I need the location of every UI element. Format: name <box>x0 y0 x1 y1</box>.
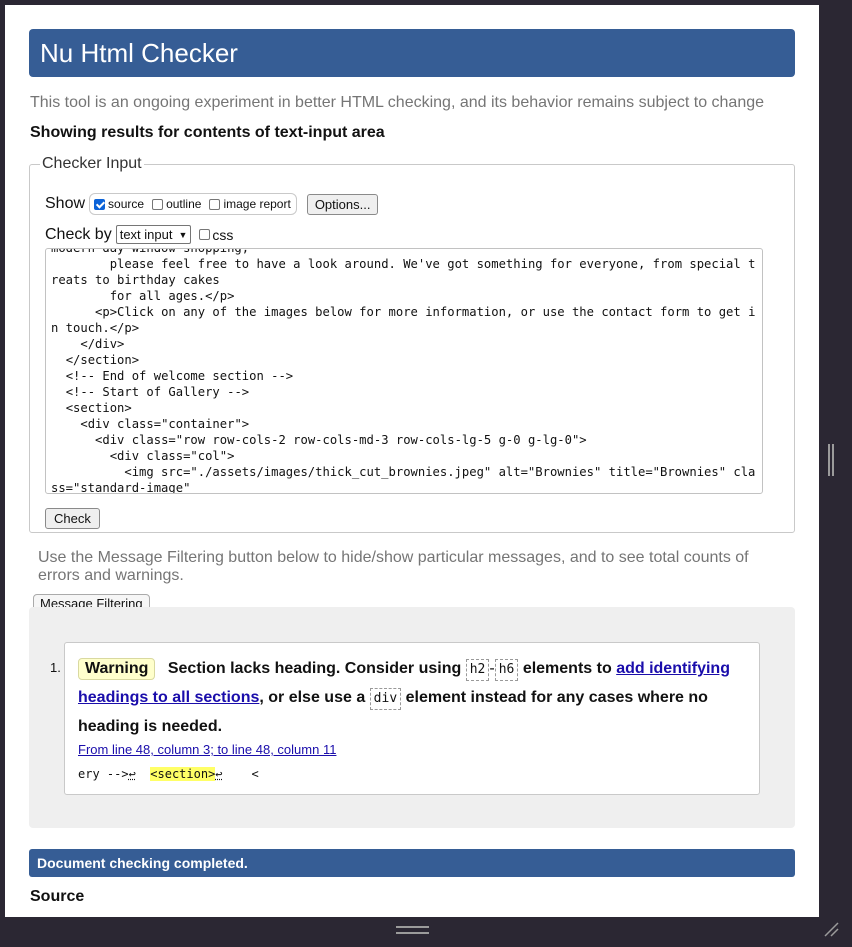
source-heading: Source <box>30 888 85 905</box>
line-break-icon: ↩ <box>128 767 136 781</box>
checker-input-fieldset: Checker Input Show source outline image … <box>29 155 795 533</box>
message-text: Warning Section lacks heading. Consider … <box>78 654 746 741</box>
source-checkbox[interactable] <box>94 198 106 210</box>
show-options-group: source outline image report <box>89 193 297 215</box>
message-text-part-3: , or else use a <box>259 689 366 706</box>
page-title: Nu Html Checker <box>29 29 795 77</box>
resize-handle-icon[interactable] <box>823 921 839 937</box>
source-checkbox-label[interactable]: source <box>108 197 144 211</box>
extract-highlight: <section> <box>150 767 216 781</box>
check-by-select[interactable]: text input ▼ <box>115 225 192 244</box>
drag-handle-icon[interactable] <box>396 926 429 934</box>
outline-checkbox[interactable] <box>152 198 164 210</box>
code-h2: h2 <box>465 659 490 681</box>
message-filtering-note: Use the Message Filtering button below t… <box>38 549 749 584</box>
image-report-checkbox-label[interactable]: image report <box>223 197 290 211</box>
source-extract: ery -->↩ <section>↩ < <box>78 767 259 781</box>
show-options-row: Show source outline image report Options… <box>45 193 379 215</box>
image-report-checkbox[interactable] <box>209 198 221 210</box>
warning-message: Warning Section lacks heading. Consider … <box>64 642 760 795</box>
css-checkbox[interactable] <box>199 229 211 240</box>
check-by-row: Check by text input ▼ css <box>45 225 233 244</box>
outline-checkbox-label[interactable]: outline <box>166 197 201 211</box>
show-label: Show <box>45 195 86 212</box>
code-h6: h6 <box>494 659 519 681</box>
location-link[interactable]: From line 48, column 3; to line 48, colu… <box>78 742 336 757</box>
source-text: modern-day window-shopping, please feel … <box>51 248 756 494</box>
warning-badge: Warning <box>78 658 156 680</box>
extract-after: < <box>251 767 259 781</box>
line-break-icon: ↩ <box>215 767 223 781</box>
checker-input-legend: Checker Input <box>42 155 142 172</box>
check-button[interactable]: Check <box>45 508 100 529</box>
results-panel: 1. Warning Section lacks heading. Consid… <box>29 607 795 828</box>
options-button[interactable]: Options... <box>306 193 379 215</box>
checker-page: Nu Html Checker This tool is an ongoing … <box>5 5 819 917</box>
message-text-part-2: elements to <box>522 660 612 677</box>
css-checkbox-label[interactable]: css <box>212 227 233 243</box>
extract-before: ery --> <box>78 767 129 781</box>
document-completed-banner: Document checking completed. <box>29 849 795 877</box>
check-by-value: text input <box>119 227 173 242</box>
chevron-down-icon: ▼ <box>178 229 188 240</box>
message-text-part-1: Section lacks heading. Consider using <box>167 660 462 677</box>
scrollbar-grip-icon[interactable] <box>828 444 834 476</box>
source-textarea[interactable]: modern-day window-shopping, please feel … <box>45 248 763 494</box>
message-number: 1. <box>50 660 61 675</box>
check-by-label: Check by <box>45 225 112 243</box>
intro-text: This tool is an ongoing experiment in be… <box>30 94 765 111</box>
showing-results-heading: Showing results for contents of text-inp… <box>30 124 385 141</box>
code-div: div <box>369 688 402 710</box>
